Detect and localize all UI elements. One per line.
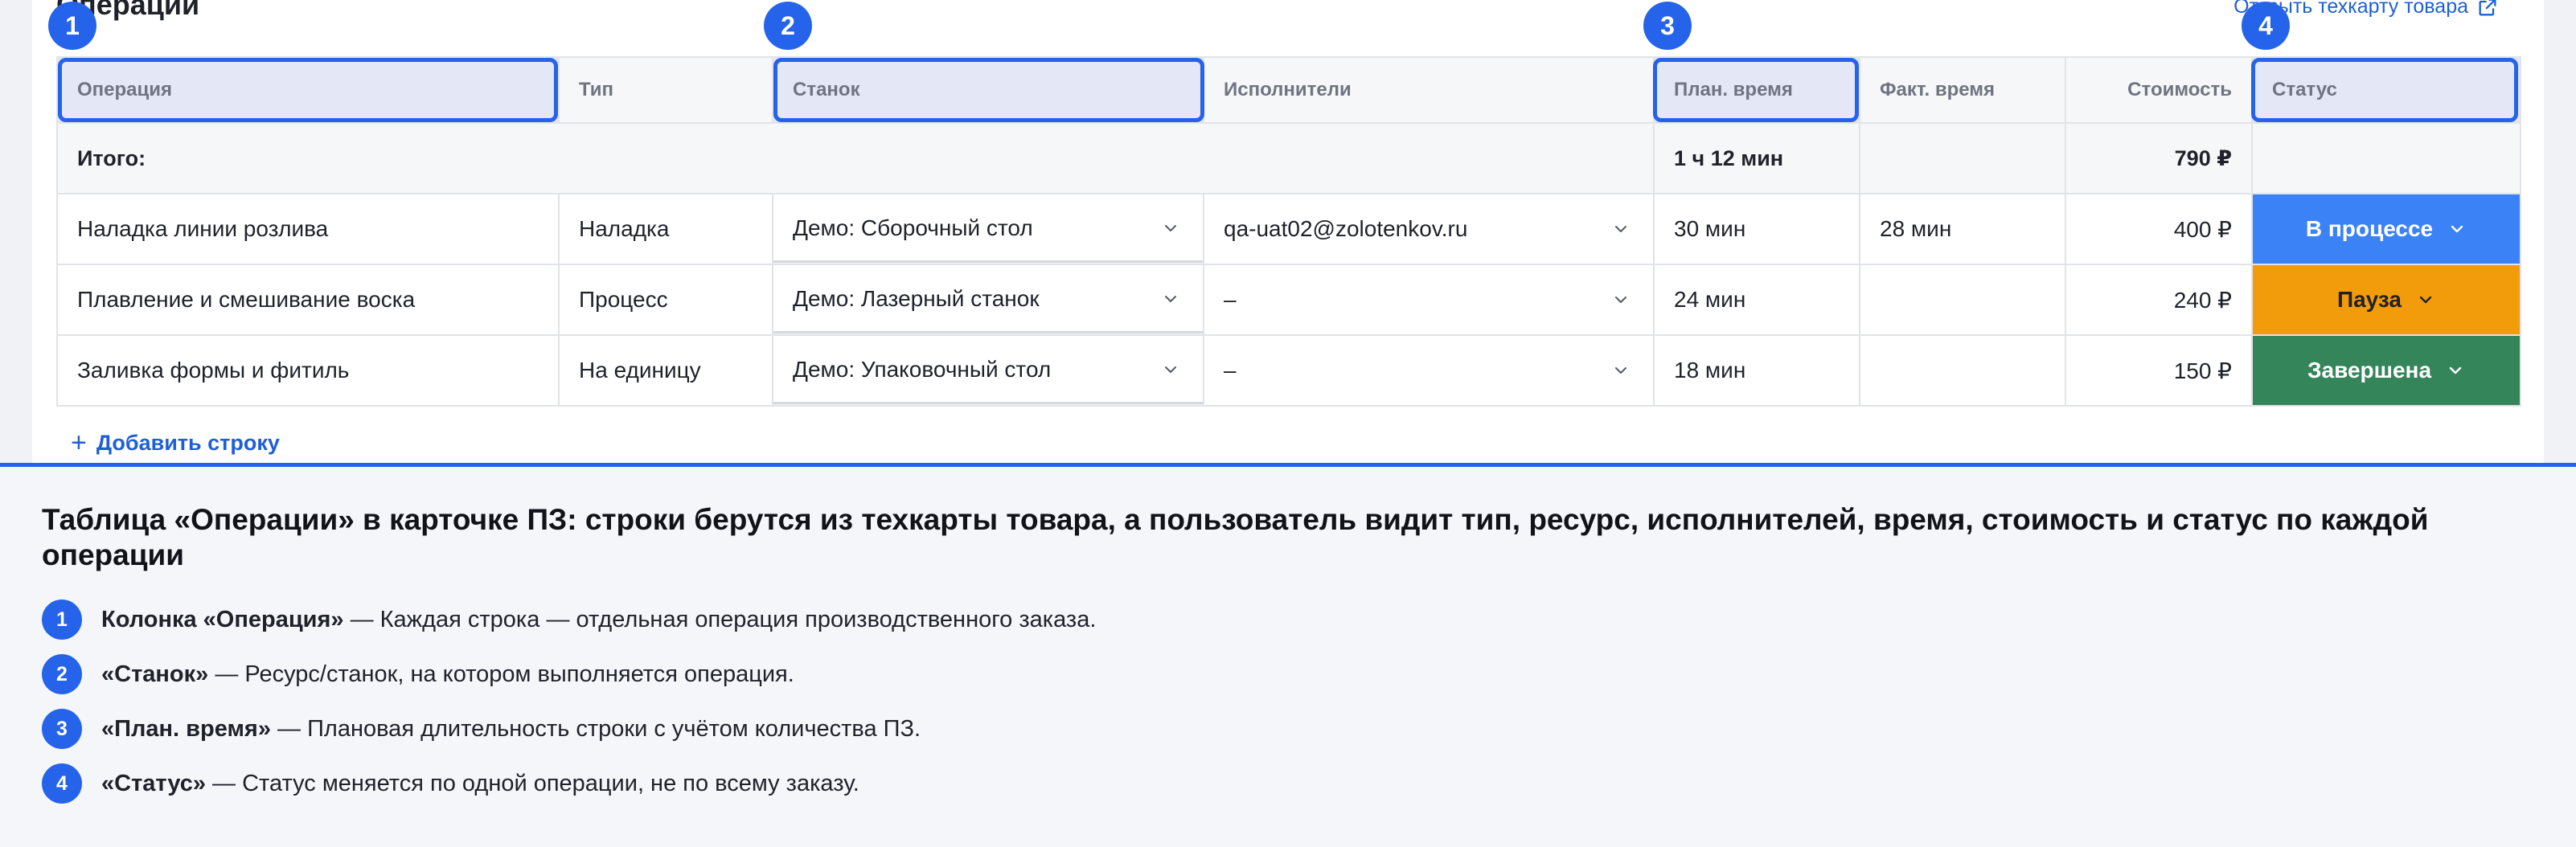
callout-badge-3: 3 bbox=[1643, 2, 1692, 50]
cell-plan-time: 30 мин bbox=[1653, 193, 1860, 265]
chevron-down-icon bbox=[1165, 295, 1176, 302]
cell-cost: 400 ₽ bbox=[2065, 193, 2253, 265]
status-label: Завершена bbox=[2307, 358, 2432, 383]
status-label: В процессе bbox=[2305, 216, 2434, 241]
status-dropdown-in-progress[interactable]: В процессе bbox=[2253, 194, 2520, 264]
chevron-down-icon bbox=[1165, 366, 1176, 373]
chevron-down-icon bbox=[2419, 296, 2432, 304]
panel-title: Таблица «Операции» в карточке ПЗ: строки… bbox=[42, 503, 2429, 571]
cell-type: Процесс bbox=[558, 264, 773, 336]
total-row: Итого: 1 ч 12 мин 790 ₽ bbox=[56, 122, 2521, 194]
add-row-button[interactable]: + Добавить строку bbox=[71, 429, 280, 456]
header-status: Статус bbox=[2251, 56, 2521, 124]
status-dropdown-done[interactable]: Завершена bbox=[2253, 336, 2520, 405]
cell-executors: qa-uat02@zolotenkov.ru bbox=[1203, 193, 1655, 265]
total-cost: 790 ₽ bbox=[2065, 122, 2253, 194]
total-plan-time: 1 ч 12 мин bbox=[1653, 122, 1860, 194]
chevron-down-icon bbox=[2451, 225, 2463, 233]
table-row: Плавление и смешивание воска Процесс Дем… bbox=[56, 264, 2521, 336]
note-term: «Статус» bbox=[101, 770, 206, 796]
callout-badge-4: 4 bbox=[2242, 2, 2290, 50]
header-machine: Станок bbox=[772, 56, 1204, 124]
machine-select-value: Демо: Упаковочный стол bbox=[793, 356, 1052, 382]
external-link-icon bbox=[2479, 0, 2496, 16]
executors-select-value: – bbox=[1224, 287, 1237, 312]
status-dropdown-pause[interactable]: Пауза bbox=[2253, 265, 2520, 334]
note-item: 4 «Статус» — Статус меняется по одной оп… bbox=[42, 756, 1096, 811]
cell-operation: Заливка формы и фитиль bbox=[56, 334, 560, 407]
note-text: — Каждая строка — отдельная операция про… bbox=[343, 606, 1097, 632]
cell-cost: 240 ₽ bbox=[2065, 264, 2253, 336]
chevron-down-icon bbox=[1615, 226, 1626, 232]
note-term: Колонка «Операция» bbox=[101, 606, 344, 632]
note-number: 3 bbox=[42, 709, 82, 749]
note-term: «План. время» bbox=[101, 715, 271, 742]
table-row: Заливка формы и фитиль На единицу Демо: … bbox=[56, 334, 2521, 407]
cell-fact-time bbox=[1859, 334, 2066, 407]
header-operation: Операция bbox=[56, 56, 560, 124]
header-executors: Исполнители bbox=[1203, 56, 1655, 124]
cell-machine: Демо: Сборочный стол bbox=[772, 193, 1204, 265]
header-fact-time: Факт. время bbox=[1859, 56, 2066, 124]
operations-app-area: Операции Открыть техкарту товара Операци… bbox=[0, 0, 2576, 463]
chevron-down-icon bbox=[1615, 297, 1626, 303]
machine-select[interactable]: Демо: Сборочный стол bbox=[773, 195, 1203, 263]
executors-select-value: – bbox=[1224, 358, 1237, 383]
header-cost: Стоимость bbox=[2065, 56, 2253, 124]
total-label: Итого: bbox=[56, 122, 1655, 194]
chevron-down-icon bbox=[2449, 366, 2462, 374]
machine-select-value: Демо: Сборочный стол bbox=[793, 215, 1033, 240]
cell-operation: Плавление и смешивание воска bbox=[56, 264, 560, 336]
cell-fact-time bbox=[1859, 264, 2066, 336]
cell-machine: Демо: Лазерный станок bbox=[772, 264, 1204, 336]
table-header-row: Операция Тип Станок Исполнители План. вр… bbox=[56, 56, 2521, 124]
total-fact-time bbox=[1859, 122, 2066, 194]
note-number: 4 bbox=[42, 763, 82, 804]
cell-fact-time: 28 мин bbox=[1859, 193, 2066, 265]
machine-select-value: Демо: Лазерный станок bbox=[793, 285, 1040, 311]
cell-type: Наладка bbox=[558, 193, 773, 265]
status-label: Пауза bbox=[2336, 287, 2402, 312]
executors-select-value: qa-uat02@zolotenkov.ru bbox=[1224, 216, 1468, 241]
note-item: 2 «Станок» — Ресурс/станок, на котором в… bbox=[42, 647, 1096, 702]
callout-badge-1: 1 bbox=[48, 2, 96, 50]
table-row: Наладка линии розлива Наладка Демо: Сбор… bbox=[56, 193, 2521, 265]
operations-table: Операция Тип Станок Исполнители План. вр… bbox=[56, 56, 2521, 407]
machine-select[interactable]: Демо: Упаковочный стол bbox=[773, 337, 1203, 404]
chevron-down-icon bbox=[1165, 224, 1176, 231]
explanation-panel: Таблица «Операции» в карточке ПЗ: строки… bbox=[0, 463, 2576, 847]
total-status bbox=[2251, 122, 2521, 194]
note-item: 3 «План. время» — Плановая длительность … bbox=[42, 702, 1096, 756]
cell-status: Пауза bbox=[2251, 264, 2521, 336]
cell-status: В процессе bbox=[2251, 193, 2521, 265]
plus-icon: + bbox=[71, 428, 87, 458]
cell-cost: 150 ₽ bbox=[2065, 334, 2253, 407]
header-type: Тип bbox=[558, 56, 773, 124]
executors-select[interactable]: – bbox=[1204, 266, 1653, 333]
cell-operation: Наладка линии розлива bbox=[56, 193, 560, 265]
note-text: — Ресурс/станок, на котором выполняется … bbox=[208, 661, 794, 687]
cell-executors: – bbox=[1203, 264, 1655, 336]
cell-machine: Демо: Упаковочный стол bbox=[772, 334, 1204, 407]
cell-executors: – bbox=[1203, 334, 1655, 407]
note-term: «Станок» bbox=[101, 661, 209, 687]
note-text: — Плановая длительность строки с учётом … bbox=[270, 715, 921, 742]
note-item: 1 Колонка «Операция» — Каждая строка — о… bbox=[42, 592, 1096, 647]
executors-select[interactable]: – bbox=[1204, 337, 1653, 404]
machine-select[interactable]: Демо: Лазерный станок bbox=[773, 266, 1203, 333]
notes-list: 1 Колонка «Операция» — Каждая строка — о… bbox=[42, 592, 1096, 811]
chevron-down-icon bbox=[1615, 367, 1626, 374]
cell-status: Завершена bbox=[2251, 334, 2521, 407]
add-row-label: Добавить строку bbox=[96, 430, 280, 455]
cell-type: На единицу bbox=[558, 334, 773, 407]
callout-badge-2: 2 bbox=[764, 2, 812, 50]
note-number: 1 bbox=[42, 599, 82, 640]
note-text: — Статус меняется по одной операции, не … bbox=[206, 770, 859, 796]
note-number: 2 bbox=[42, 654, 82, 694]
header-plan-time: План. время bbox=[1653, 56, 1860, 124]
cell-plan-time: 18 мин bbox=[1653, 334, 1860, 407]
cell-plan-time: 24 мин bbox=[1653, 264, 1860, 336]
executors-select[interactable]: qa-uat02@zolotenkov.ru bbox=[1204, 195, 1653, 263]
